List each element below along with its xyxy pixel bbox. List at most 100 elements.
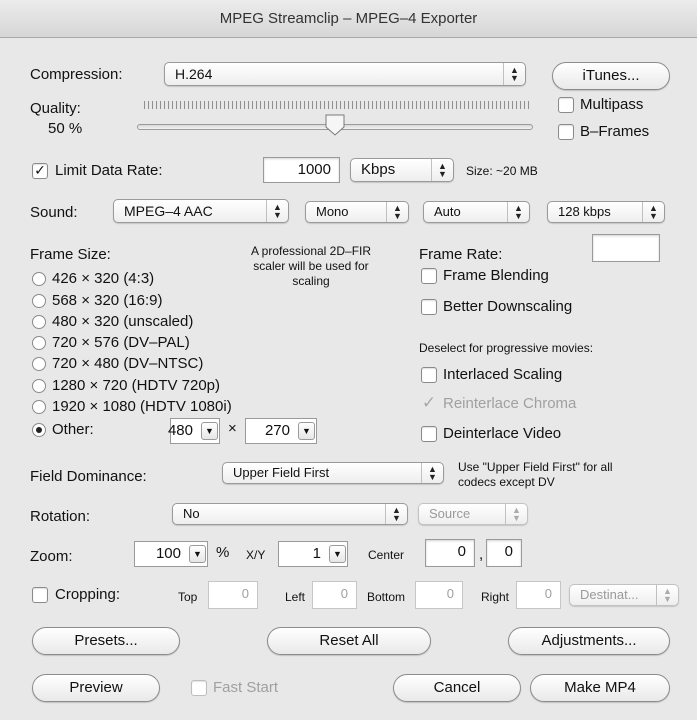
frame-blending-label: Frame Blending: [443, 267, 549, 284]
crop-bottom-field[interactable]: 0: [415, 581, 463, 609]
crop-bottom-label: Bottom: [367, 590, 406, 604]
compression-value: H.264: [175, 66, 213, 82]
frame-rate-field[interactable]: [592, 234, 660, 262]
quality-slider-thumb[interactable]: [325, 114, 345, 136]
popup-arrows-icon: ▲ ▼: [431, 159, 453, 181]
crop-left-field[interactable]: 0: [312, 581, 357, 609]
progressive-note: Deselect for progressive movies:: [419, 341, 594, 355]
crop-left-label: Left: [285, 590, 306, 604]
other-height-combo[interactable]: 270 ▼: [245, 418, 317, 444]
quality-ticks: [144, 101, 529, 109]
frame-size-radio-ntsc[interactable]: [32, 357, 46, 371]
frame-size-radio-480[interactable]: [32, 315, 46, 329]
popup-arrows-icon: ▲ ▼: [266, 200, 288, 222]
chevron-down-icon[interactable]: ▼: [298, 422, 315, 440]
quality-label: Quality:: [30, 100, 81, 117]
field-dominance-label: Field Dominance:: [30, 468, 147, 485]
sound-rate-popup[interactable]: Auto ▲ ▼: [423, 201, 530, 223]
multipass-checkbox[interactable]: [558, 97, 574, 113]
deinterlace-video-checkbox[interactable]: [421, 426, 437, 442]
bframes-label: B–Frames: [580, 123, 650, 140]
field-dominance-value: Upper Field First: [233, 465, 330, 480]
frame-blending-checkbox[interactable]: [421, 268, 437, 284]
frame-size-option: 426 × 320 (4:3): [52, 270, 155, 287]
sound-codec-value: MPEG–4 AAC: [124, 203, 213, 219]
center-label: Center: [368, 548, 405, 562]
chevron-down-icon[interactable]: ▼: [201, 422, 218, 440]
adjustments-button[interactable]: Adjustments...: [508, 627, 670, 655]
frame-size-other-label: Other:: [52, 421, 94, 438]
fast-start-label: Fast Start: [213, 679, 279, 696]
better-downscaling-label: Better Downscaling: [443, 298, 573, 315]
bframes-checkbox[interactable]: [558, 124, 574, 140]
popup-arrows-icon: ▲ ▼: [385, 504, 407, 524]
field-dominance-note-line: codecs except DV: [458, 475, 555, 489]
scaler-note: A professional 2D–FIR scaler will be use…: [236, 244, 386, 289]
crop-destination-value: Destinat...: [580, 587, 639, 602]
data-rate-unit-popup[interactable]: Kbps ▲ ▼: [350, 158, 454, 182]
field-dominance-popup[interactable]: Upper Field First ▲ ▼: [222, 462, 444, 484]
preview-button[interactable]: Preview: [32, 674, 160, 702]
sound-codec-popup[interactable]: MPEG–4 AAC ▲ ▼: [113, 199, 289, 223]
other-width-value: 480: [167, 422, 193, 439]
better-downscaling-checkbox[interactable]: [421, 299, 437, 315]
zoom-xy-value: 1: [312, 545, 321, 562]
scaler-note-line: A professional 2D–FIR: [250, 244, 372, 258]
frame-size-radio-426[interactable]: [32, 272, 46, 286]
zoom-combo[interactable]: 100 ▼: [134, 541, 208, 567]
chevron-down-icon[interactable]: ▼: [189, 545, 206, 563]
multipass-label: Multipass: [580, 96, 644, 113]
reinterlace-chroma-checkbox[interactable]: ✓: [421, 394, 437, 412]
center-y-field[interactable]: 0: [486, 539, 522, 567]
make-mp4-button[interactable]: Make MP4: [530, 674, 670, 702]
popup-arrows-icon: ▲ ▼: [386, 202, 408, 222]
rotation-popup[interactable]: No ▲ ▼: [172, 503, 408, 525]
data-rate-unit-value: Kbps: [361, 161, 396, 178]
data-rate-field[interactable]: 1000: [263, 157, 340, 183]
zoom-percent: %: [216, 544, 230, 561]
popup-arrows-icon: ▲ ▼: [656, 585, 678, 605]
frame-size-option: 480 × 320 (unscaled): [52, 313, 194, 330]
cropping-checkbox[interactable]: [32, 587, 48, 603]
crop-top-field[interactable]: 0: [208, 581, 258, 609]
frame-size-radio-1080i[interactable]: [32, 400, 46, 414]
crop-destination-popup[interactable]: Destinat... ▲ ▼: [569, 584, 679, 606]
popup-arrows-icon: ▲ ▼: [421, 463, 443, 483]
scaler-note-line: scaler will be used for: [253, 259, 369, 273]
compression-label: Compression:: [30, 66, 123, 83]
fast-start-checkbox[interactable]: [191, 680, 207, 696]
frame-size-radio-568[interactable]: [32, 294, 46, 308]
sound-channels-popup[interactable]: Mono ▲ ▼: [305, 201, 409, 223]
cropping-label: Cropping:: [55, 586, 121, 603]
scaler-note-line: scaling: [292, 274, 330, 288]
cancel-button[interactable]: Cancel: [393, 674, 521, 702]
popup-arrows-icon: ▲ ▼: [507, 202, 529, 222]
window-title: MPEG Streamclip – MPEG–4 Exporter: [0, 0, 697, 38]
frame-size-option: 568 × 320 (16:9): [52, 292, 163, 309]
frame-size-option: 1280 × 720 (HDTV 720p): [52, 377, 221, 394]
zoom-xy-combo[interactable]: 1 ▼: [278, 541, 348, 567]
field-dominance-note-line: Use "Upper Field First" for all: [458, 460, 613, 474]
other-width-combo[interactable]: 480 ▼: [167, 418, 220, 444]
frame-size-radio-other[interactable]: [32, 423, 46, 437]
presets-button[interactable]: Presets...: [32, 627, 180, 655]
itunes-button[interactable]: iTunes...: [552, 62, 670, 90]
reset-all-button[interactable]: Reset All: [267, 627, 431, 655]
compression-popup[interactable]: H.264 ▲ ▼: [164, 62, 526, 86]
limit-data-rate-checkbox[interactable]: ✓: [32, 163, 48, 179]
interlaced-scaling-label: Interlaced Scaling: [443, 366, 563, 383]
chevron-down-icon[interactable]: ▼: [329, 545, 346, 563]
center-comma: ,: [479, 546, 484, 563]
frame-size-option: 720 × 576 (DV–PAL): [52, 334, 190, 351]
center-x-field[interactable]: 0: [425, 539, 475, 567]
zoom-label: Zoom:: [30, 548, 73, 565]
size-estimate: Size: ~20 MB: [466, 164, 538, 178]
rotation-source-popup[interactable]: Source ▲ ▼: [418, 503, 528, 525]
frame-size-radio-pal[interactable]: [32, 336, 46, 350]
interlaced-scaling-checkbox[interactable]: [421, 367, 437, 383]
zoom-xy-label: X/Y: [246, 548, 266, 562]
sound-bitrate-popup[interactable]: 128 kbps ▲ ▼: [547, 201, 665, 223]
crop-right-field[interactable]: 0: [516, 581, 561, 609]
frame-size-radio-720p[interactable]: [32, 379, 46, 393]
popup-arrows-icon: ▲ ▼: [505, 504, 527, 524]
